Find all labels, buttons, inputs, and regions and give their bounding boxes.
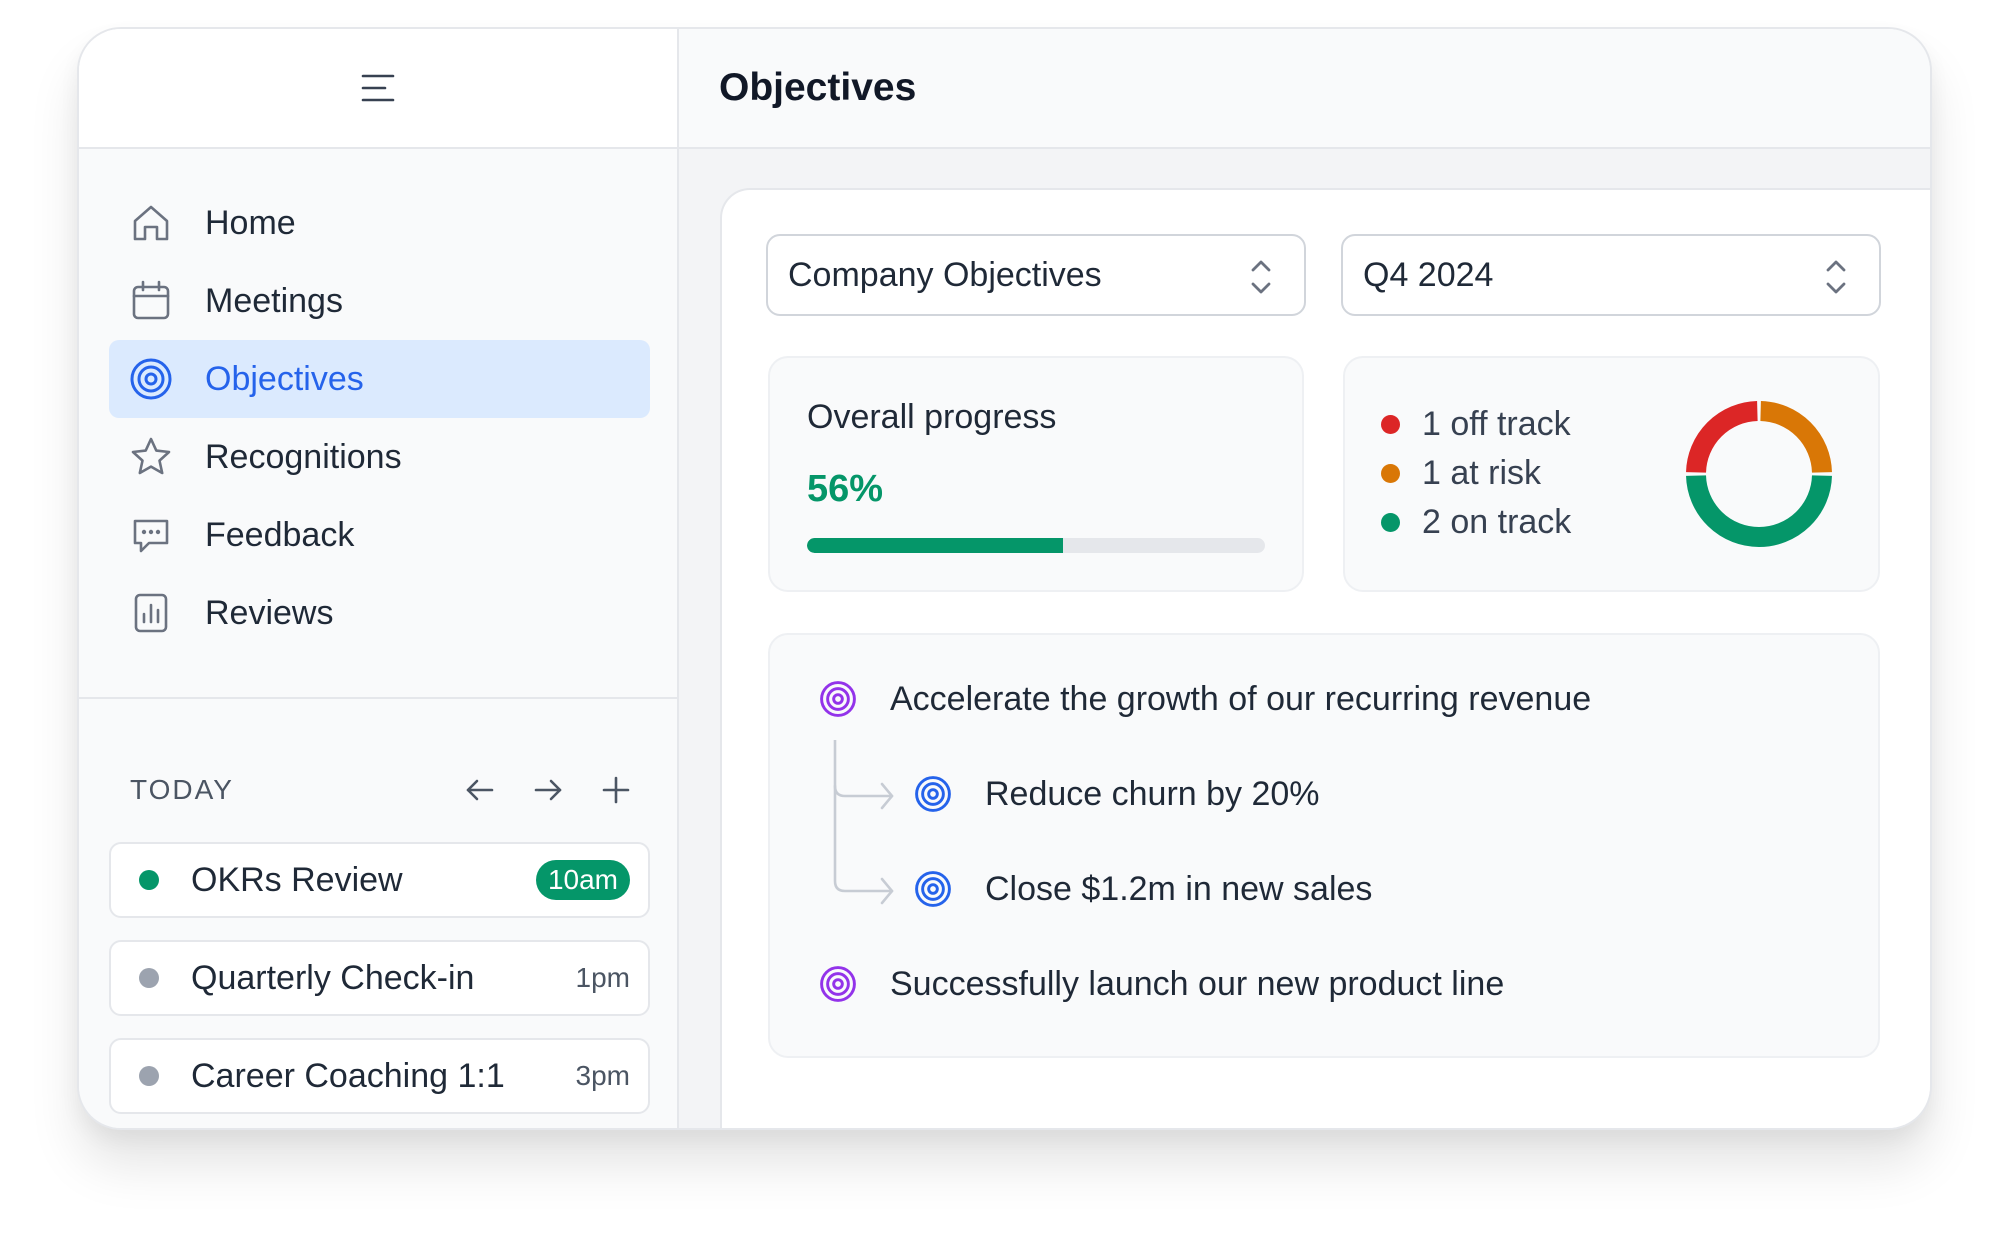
meeting-item[interactable]: OKRs Review 10am [109,842,650,918]
objectives-panel: Company Objectives Q4 2024 Overall progr… [720,188,1930,1128]
status-dot [139,1066,159,1086]
objective-item[interactable]: Successfully launch our new product line [816,962,1504,1006]
objective-title: Successfully launch our new product line [890,964,1505,1003]
legend-item-off-track: 1 off track [1381,400,1571,449]
legend-item-at-risk: 1 at risk [1381,449,1571,498]
sidebar-item-feedback[interactable]: Feedback [109,496,650,574]
sidebar-item-label: Recognitions [205,437,402,476]
progress-label: Overall progress [807,398,1057,436]
legend-label: 1 off track [1422,405,1571,443]
star-icon [129,435,173,479]
objective-item[interactable]: Accelerate the growth of our recurring r… [816,677,1591,721]
sidebar-item-recognitions[interactable]: Recognitions [109,418,650,496]
sidebar-header [79,29,677,149]
meeting-item[interactable]: Quarterly Check-in 1pm [109,940,650,1016]
status-legend: 1 off track 1 at risk 2 on track [1381,400,1571,547]
status-dot [1381,464,1400,483]
period-select-value: Q4 2024 [1363,255,1494,294]
chevron-up-down-icon [1248,256,1274,307]
chevron-up-down-icon [1823,256,1849,307]
key-result-item[interactable]: Close $1.2m in new sales [911,867,1372,911]
legend-label: 1 at risk [1422,454,1542,492]
sidebar-item-label: Feedback [205,515,355,554]
sidebar-item-home[interactable]: Home [109,184,650,262]
today-actions [459,769,637,811]
main-header: Objectives [679,29,1930,149]
target-icon [911,772,955,816]
meeting-item[interactable]: Career Coaching 1:1 3pm [109,1038,650,1114]
main-area: Objectives Company Objectives Q4 2024 Ov… [679,29,1930,1128]
meeting-time: 3pm [575,1060,630,1091]
home-icon [129,201,173,245]
legend-label: 2 on track [1422,503,1572,541]
donut-segment-2-on-track [1686,475,1832,547]
meeting-title: OKRs Review [191,860,403,899]
sidebar-item-objectives[interactable]: Objectives [109,340,650,418]
status-dot [1381,415,1400,434]
sidebar-item-label: Meetings [205,281,343,320]
arrow-right-icon[interactable] [527,769,569,811]
status-dot [1381,513,1400,532]
calendar-icon [129,279,173,323]
legend-item-on-track: 2 on track [1381,498,1571,547]
plus-icon[interactable] [595,769,637,811]
target-icon [911,867,955,911]
sidebar-item-label: Home [205,203,296,242]
objectives-tree: Accelerate the growth of our recurring r… [768,633,1880,1058]
status-summary-card: 1 off track 1 at risk 2 on track [1343,356,1880,592]
arrow-left-icon[interactable] [459,769,501,811]
donut-segment-1-off-track [1686,401,1759,474]
period-select[interactable]: Q4 2024 [1341,234,1881,316]
scope-select[interactable]: Company Objectives [766,234,1306,316]
progress-bar [807,538,1265,553]
sidebar-item-reviews[interactable]: Reviews [109,574,650,652]
sidebar: Home Meetings Objectives Recognitions Fe… [79,29,679,1128]
status-dot [139,870,159,890]
key-result-title: Close $1.2m in new sales [985,869,1373,908]
target-icon [816,962,860,1006]
chart-icon [129,591,173,635]
today-header: TODAY [130,769,637,811]
meeting-time-badge: 10am [535,860,630,900]
key-result-title: Reduce churn by 20% [985,774,1320,813]
meeting-title: Quarterly Check-in [191,958,475,997]
target-icon [816,677,860,721]
today-label: TODAY [130,774,234,805]
today-meetings: OKRs Review 10am Quarterly Check-in 1pm … [109,842,650,1128]
meeting-title: Career Coaching 1:1 [191,1056,505,1095]
chat-icon [129,513,173,557]
status-donut-chart [1686,401,1832,547]
app-window: Home Meetings Objectives Recognitions Fe… [77,27,1932,1130]
sidebar-divider [79,697,677,699]
key-result-item[interactable]: Reduce churn by 20% [911,772,1320,816]
overall-progress-card: Overall progress 56% [768,356,1304,592]
menu-icon[interactable] [360,72,396,104]
target-icon [129,357,173,401]
progress-bar-fill [807,538,1064,553]
donut-segment-1-at-risk [1759,401,1832,474]
scope-select-value: Company Objectives [788,255,1102,294]
sidebar-nav: Home Meetings Objectives Recognitions Fe… [109,184,650,652]
sidebar-item-label: Reviews [205,593,334,632]
sidebar-item-meetings[interactable]: Meetings [109,262,650,340]
sidebar-item-label: Objectives [205,359,364,398]
status-dot [139,968,159,988]
objective-title: Accelerate the growth of our recurring r… [890,679,1592,718]
main-body: Company Objectives Q4 2024 Overall progr… [679,149,1930,1128]
page-title: Objectives [719,66,917,109]
meeting-time: 1pm [575,962,630,993]
progress-value: 56% [807,468,884,510]
